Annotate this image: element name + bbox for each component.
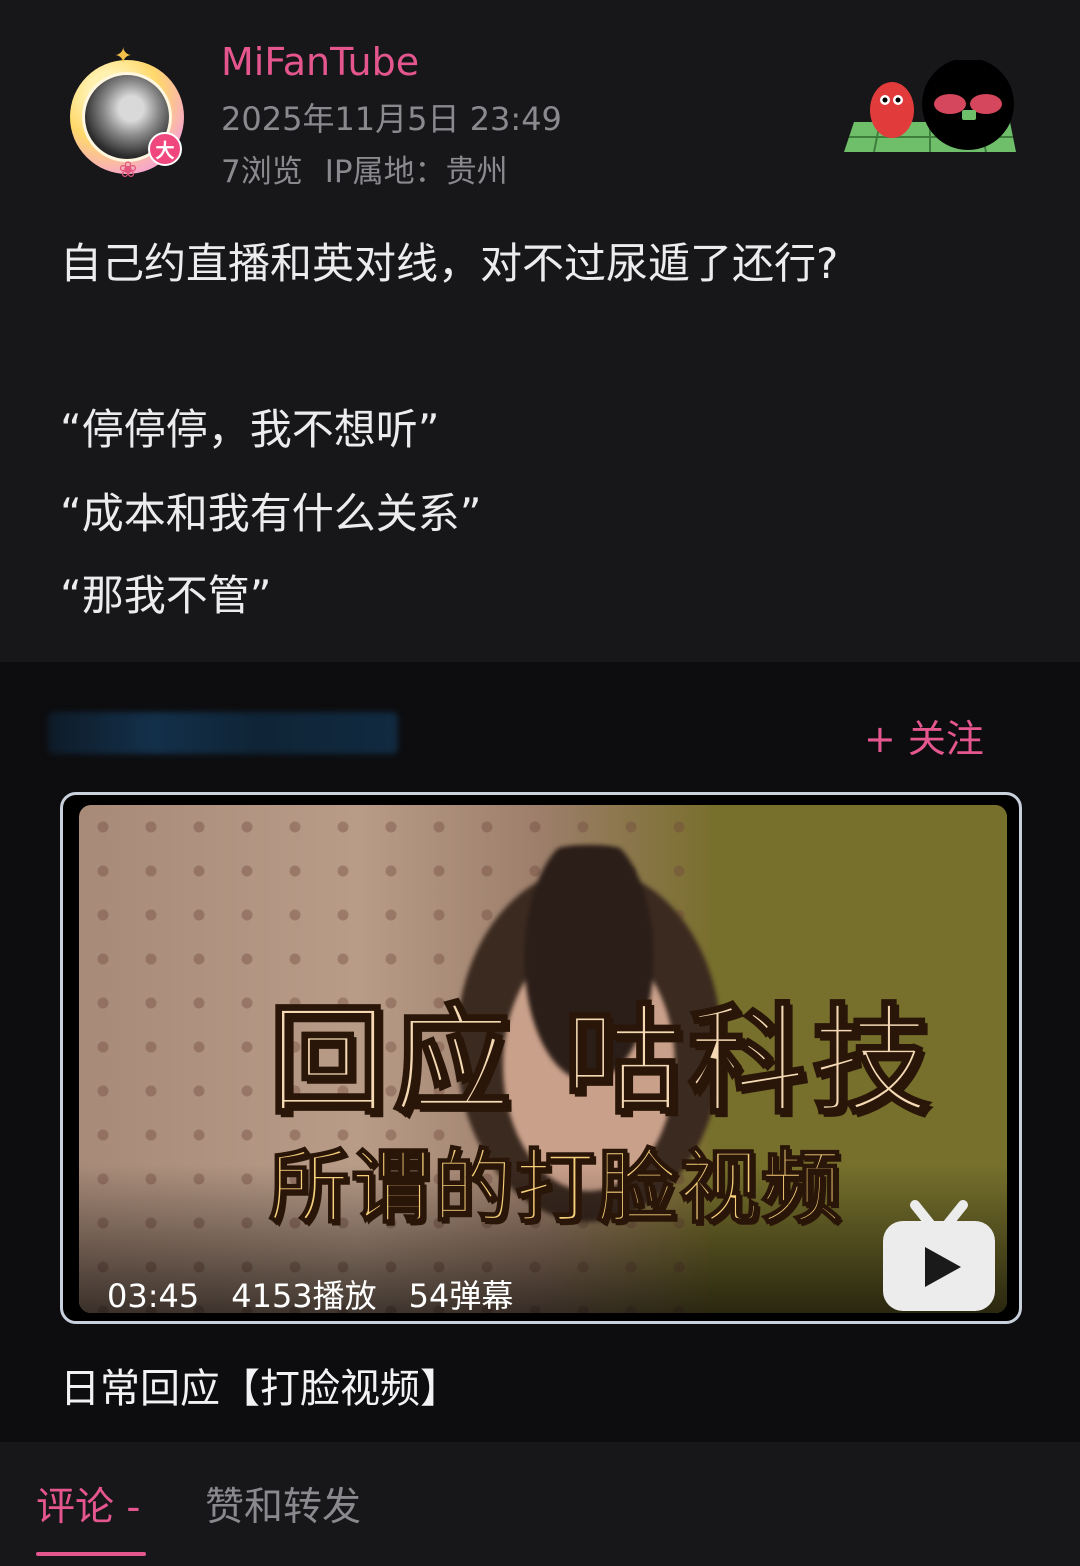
- post-text-line: “那我不管”: [60, 571, 272, 620]
- post-detail-page: ✦ ❀ 大 MiFanTube 2025年11月5日 23:49 7浏览 IP属地…: [0, 0, 1080, 1566]
- follow-button[interactable]: + 关注: [864, 708, 984, 763]
- video-thumbnail[interactable]: 回应 咕科技 所谓的打脸视频 03:45 4153播放 54弹幕: [60, 792, 1022, 1324]
- shared-video-card[interactable]: + 关注 回应 咕科技 所谓的打脸视频 03:45 4153播放 54弹幕 日常…: [0, 662, 1080, 1442]
- post-text-line: 自己约直播和英对线，对不过尿遁了还行?: [60, 239, 839, 288]
- avatar[interactable]: ✦ ❀ 大: [66, 44, 190, 183]
- thumbnail-subheadline: 所谓的打脸视频: [268, 1140, 843, 1235]
- star-icon: ✦: [114, 44, 133, 69]
- ip-location: IP属地：贵州: [324, 154, 508, 190]
- bow-icon: ❀: [118, 158, 138, 183]
- play-count: 4153播放: [231, 1277, 377, 1313]
- active-tab-indicator: [36, 1552, 146, 1556]
- tab-comments[interactable]: 评论 -: [36, 1476, 140, 1532]
- post-header: ✦ ❀ 大 MiFanTube 2025年11月5日 23:49 7浏览 IP属地…: [0, 0, 1080, 200]
- thumbnail-image: 回应 咕科技 所谓的打脸视频 03:45 4153播放 54弹幕: [79, 805, 1007, 1313]
- video-title[interactable]: 日常回应【打脸视频】: [60, 1356, 460, 1414]
- avatar-level-badge: 大: [148, 132, 182, 166]
- blurred-uploader-name: [48, 712, 398, 754]
- author-name[interactable]: MiFanTube: [221, 40, 419, 84]
- post-text-line: “停停停，我不想听”: [60, 405, 440, 454]
- post-text-line: “成本和我有什么关系”: [60, 489, 482, 538]
- post-timestamp: 2025年11月5日 23:49: [221, 100, 562, 138]
- tv-play-icon: [883, 1200, 995, 1311]
- video-duration: 03:45: [107, 1277, 200, 1313]
- tab-likes-reposts[interactable]: 赞和转发: [205, 1476, 361, 1532]
- thumbnail-headline: 回应 咕科技: [267, 991, 937, 1132]
- sticker-badge-icon: [844, 60, 1016, 153]
- post-body: 自己约直播和英对线，对不过尿遁了还行? “停停停，我不想听” “成本和我有什么关…: [0, 200, 1080, 662]
- post-stats: 7浏览 IP属地：贵州: [221, 146, 508, 191]
- comment-tab-bar: 评论 - 赞和转发: [0, 1442, 1080, 1566]
- video-meta: 03:45 4153播放 54弹幕: [107, 1271, 513, 1313]
- view-count: 7浏览: [221, 154, 303, 190]
- danmaku-count: 54弹幕: [408, 1277, 514, 1313]
